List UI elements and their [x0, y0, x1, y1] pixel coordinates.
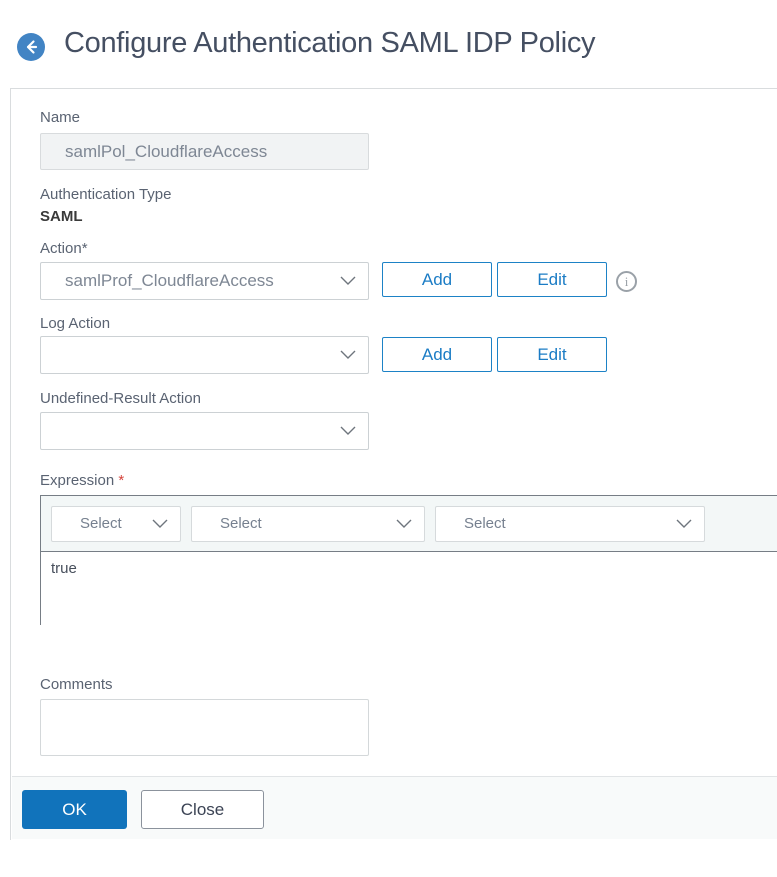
close-button[interactable]: Close: [141, 790, 264, 829]
chevron-down-icon: [340, 276, 356, 286]
name-input[interactable]: [40, 133, 369, 170]
expression-builder-toolbar: Select Select Select: [41, 496, 777, 552]
action-add-button[interactable]: Add: [382, 262, 492, 297]
log-action-select[interactable]: [40, 336, 369, 374]
back-arrow-icon: [23, 39, 39, 55]
expression-label: Expression *: [40, 472, 124, 489]
chevron-down-icon: [340, 426, 356, 436]
chevron-down-icon: [152, 519, 168, 529]
expression-builder: Select Select Select true: [40, 495, 777, 625]
log-action-label: Log Action: [40, 315, 111, 332]
authentication-type-label: Authentication Type: [40, 186, 172, 203]
page-title: Configure Authentication SAML IDP Policy: [64, 27, 596, 59]
chevron-down-icon: [676, 519, 692, 529]
ok-button[interactable]: OK: [22, 790, 127, 829]
action-select[interactable]: samlProf_CloudflareAccess: [40, 262, 369, 300]
expression-select-3-value: Select: [464, 515, 506, 532]
expression-select-1[interactable]: Select: [51, 505, 181, 542]
comments-label: Comments: [40, 676, 113, 693]
name-label: Name: [40, 109, 81, 126]
expression-select-3[interactable]: Select: [435, 505, 705, 542]
expression-select-2[interactable]: Select: [191, 505, 425, 542]
expression-required-mark: *: [118, 472, 125, 489]
chevron-down-icon: [396, 519, 412, 529]
expression-label-text: Expression: [40, 472, 115, 489]
info-icon[interactable]: i: [616, 271, 637, 292]
undefined-result-action-label: Undefined-Result Action: [40, 390, 201, 407]
log-action-add-button[interactable]: Add: [382, 337, 492, 372]
footer-bar: OK Close: [12, 776, 777, 839]
expression-input[interactable]: true: [41, 552, 777, 625]
authentication-type-value: SAML: [40, 208, 83, 225]
expression-select-1-value: Select: [80, 515, 122, 532]
undefined-result-action-select[interactable]: [40, 412, 369, 450]
action-label: Action*: [40, 240, 88, 257]
chevron-down-icon: [340, 350, 356, 360]
action-select-value: samlProf_CloudflareAccess: [65, 271, 274, 290]
action-edit-button[interactable]: Edit: [497, 262, 607, 297]
configure-saml-idp-policy-page: Configure Authentication SAML IDP Policy…: [0, 0, 777, 877]
back-button[interactable]: [17, 33, 45, 61]
expression-select-2-value: Select: [220, 515, 262, 532]
comments-input[interactable]: [40, 699, 369, 756]
log-action-edit-button[interactable]: Edit: [497, 337, 607, 372]
